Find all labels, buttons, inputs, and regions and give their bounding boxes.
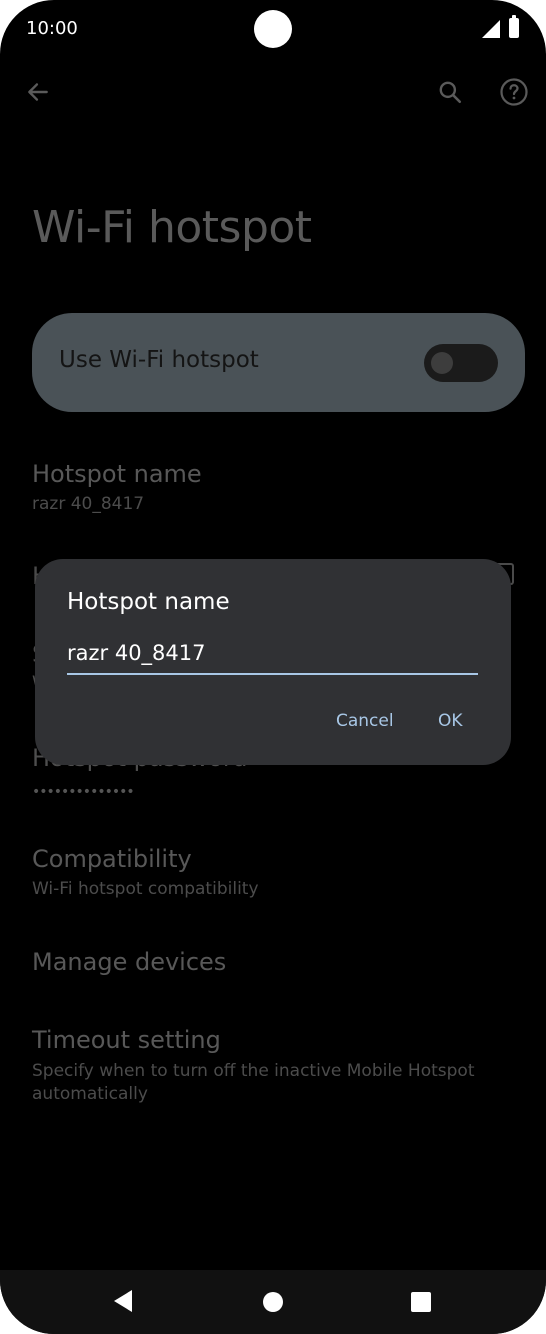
- pref-hotspot-name-title: Hotspot name: [32, 460, 202, 488]
- nav-back-icon[interactable]: [114, 1290, 132, 1312]
- status-bar: 10:00: [0, 0, 546, 60]
- toggle-thumb: [431, 352, 453, 374]
- use-wifi-hotspot-toggle[interactable]: [424, 344, 498, 382]
- pref-compatibility-summary: Wi-Fi hotspot compatibility: [32, 879, 259, 899]
- battery-icon: [509, 15, 519, 38]
- dialog-title: Hotspot name: [67, 589, 230, 615]
- pref-hotspot-password-summary: ••••••••••••••: [32, 784, 135, 800]
- hotspot-name-dialog: Hotspot name Cancel OK: [35, 559, 511, 765]
- nav-home-icon[interactable]: [263, 1292, 283, 1312]
- pref-timeout-title: Timeout setting: [32, 1026, 221, 1054]
- use-wifi-hotspot-card[interactable]: Use Wi-Fi hotspot: [32, 313, 525, 412]
- cancel-button[interactable]: Cancel: [336, 711, 394, 731]
- page-title: Wi-Fi hotspot: [32, 202, 312, 253]
- signal-icon: [482, 20, 500, 38]
- pref-manage-devices-title: Manage devices: [32, 948, 227, 976]
- hotspot-name-input[interactable]: [67, 633, 478, 675]
- search-icon[interactable]: [432, 74, 468, 110]
- navigation-bar: [0, 1270, 546, 1334]
- camera-cutout: [254, 10, 292, 48]
- nav-recents-icon[interactable]: [411, 1292, 431, 1312]
- help-icon[interactable]: [496, 74, 532, 110]
- use-wifi-hotspot-label: Use Wi-Fi hotspot: [59, 347, 259, 373]
- back-arrow-icon[interactable]: [20, 74, 56, 110]
- status-time: 10:00: [26, 18, 78, 39]
- phone-screen: 10:00 Wi-Fi hotspot Use Wi-Fi hotspot Ho…: [0, 0, 546, 1334]
- pref-timeout-summary: Specify when to turn off the inactive Mo…: [32, 1061, 475, 1104]
- pref-hotspot-name-summary: razr 40_8417: [32, 494, 145, 514]
- ok-button[interactable]: OK: [438, 711, 463, 731]
- pref-compatibility-title: Compatibility: [32, 845, 192, 873]
